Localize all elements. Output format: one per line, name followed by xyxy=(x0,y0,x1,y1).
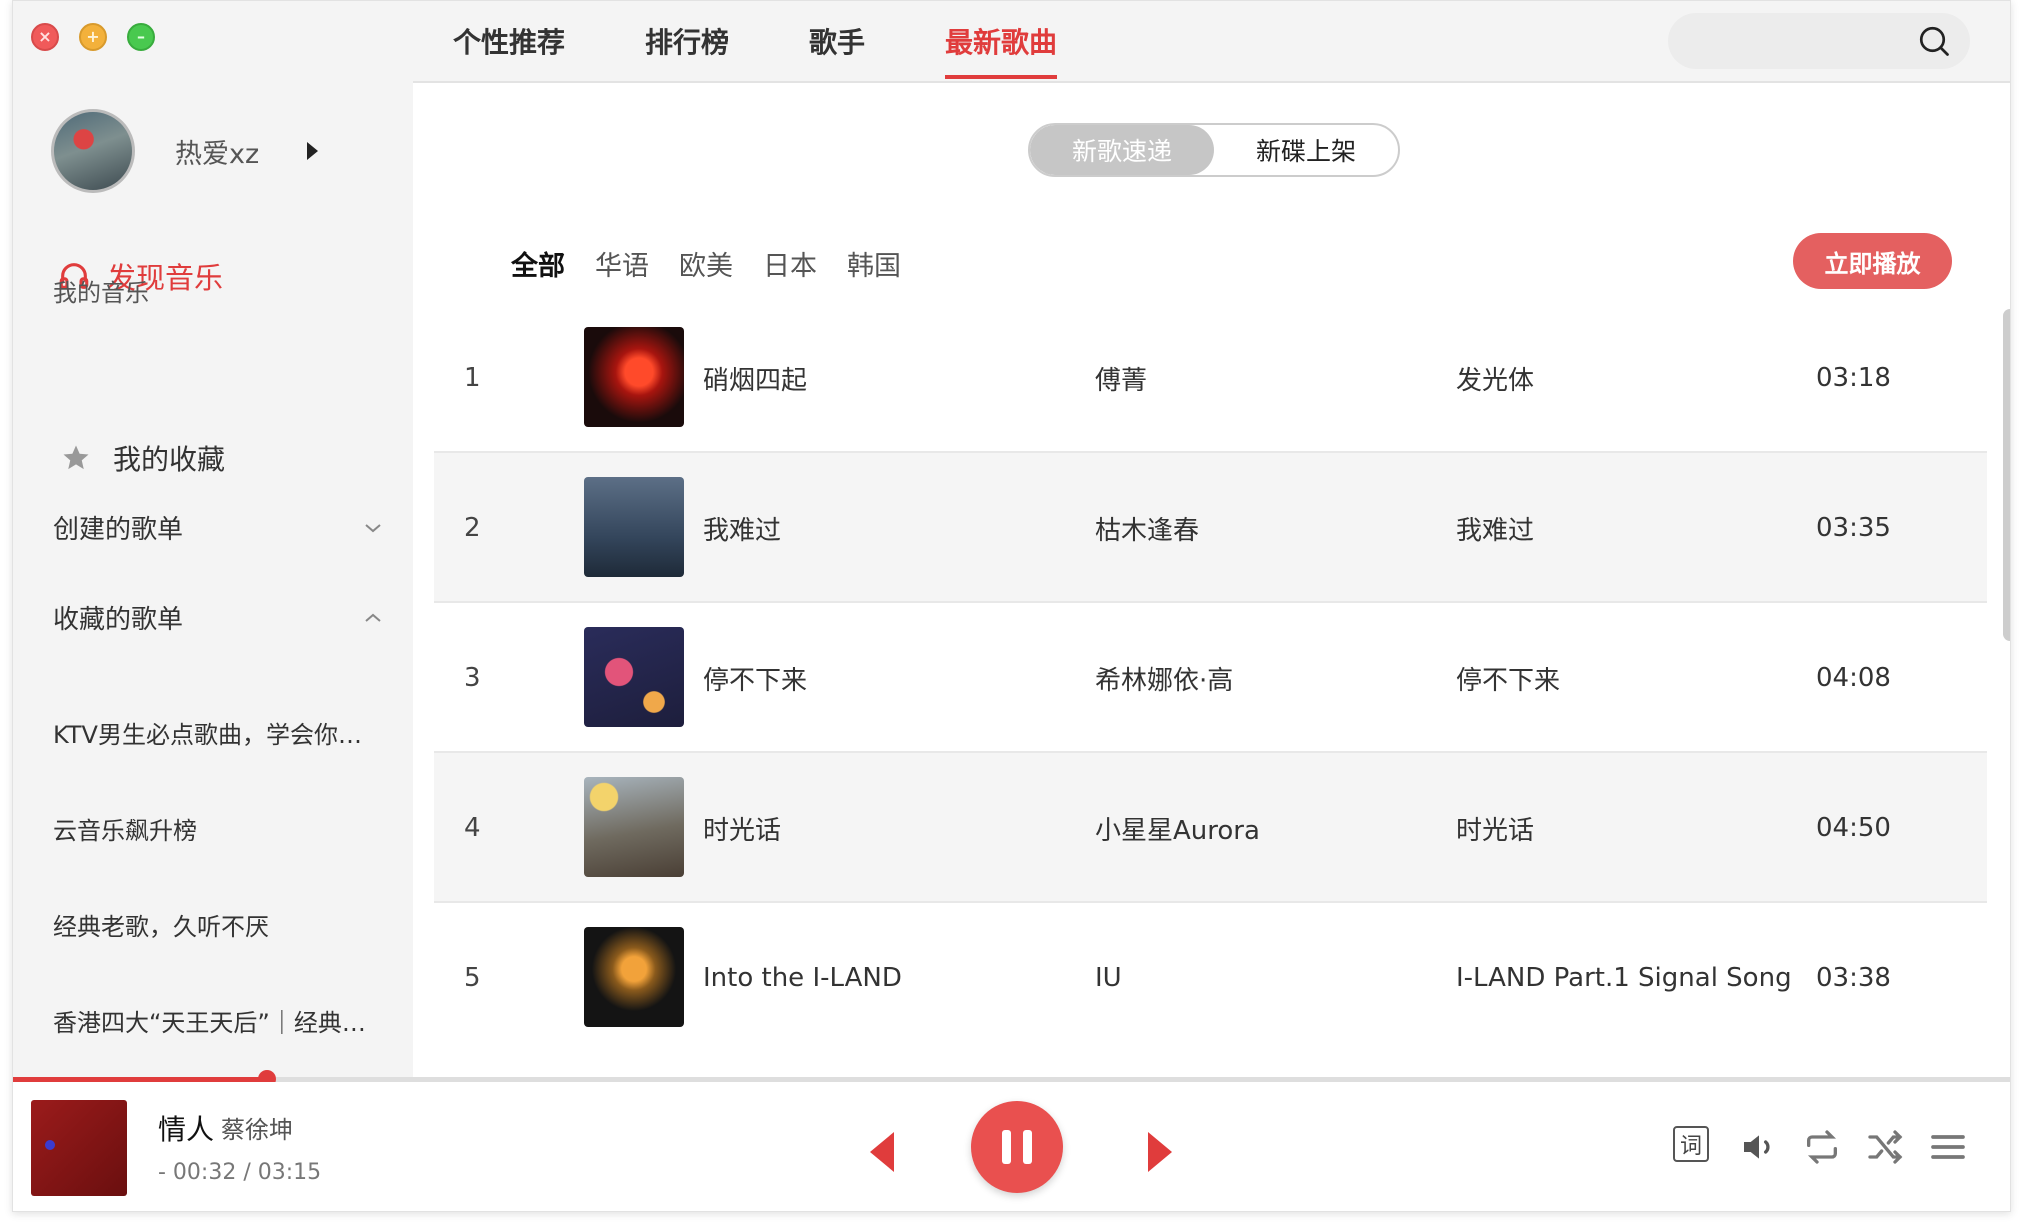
sidebar: × + – 热爱xz 发现音乐 我的音乐 我的收藏 创建的歌单 收藏的歌单 KT… xyxy=(13,1,413,1079)
previous-track-icon[interactable] xyxy=(870,1132,894,1172)
song-title: 停不下来 xyxy=(703,665,808,696)
song-album[interactable]: 时光话 xyxy=(1456,753,1534,903)
sidebar-section-created-playlists[interactable]: 创建的歌单 xyxy=(53,509,383,546)
pause-icon xyxy=(1002,1130,1011,1164)
sidebar-playlist-item[interactable]: 香港四大“天王天后”｜经典… xyxy=(53,1003,378,1038)
username: 热爱xz xyxy=(175,138,260,170)
song-cover xyxy=(584,627,684,727)
filter-korea[interactable]: 韩国 xyxy=(847,244,901,283)
window-controls: × + – xyxy=(31,23,155,51)
minimize-window-icon[interactable]: + xyxy=(79,23,107,51)
region-filters: 全部 华语 欧美 日本 韩国 xyxy=(511,244,931,283)
sidebar-playlist-item[interactable]: 经典老歌，久听不厌 xyxy=(53,907,378,942)
tab-charts[interactable]: 排行榜 xyxy=(645,21,729,75)
next-track-icon[interactable] xyxy=(1148,1132,1172,1172)
song-duration: 03:38 xyxy=(1816,963,1891,993)
collected-playlists-label: 收藏的歌单 xyxy=(53,605,184,635)
song-artist[interactable]: 傅菁 xyxy=(1095,303,1147,453)
segment-new-songs[interactable]: 新歌速递 xyxy=(1030,125,1214,175)
chevron-down-icon[interactable] xyxy=(363,518,383,538)
fullscreen-window-icon[interactable]: – xyxy=(127,23,155,51)
caret-right-icon[interactable] xyxy=(307,142,319,160)
sidebar-playlist-item[interactable]: KTV男生必点歌曲，学会你… xyxy=(53,715,378,750)
song-title: 硝烟四起 xyxy=(703,365,808,396)
now-playing-title: 情人 xyxy=(158,1113,215,1146)
shuffle-icon[interactable] xyxy=(1865,1127,1905,1167)
search-icon[interactable] xyxy=(1916,23,1952,59)
song-album[interactable]: 发光体 xyxy=(1456,303,1534,453)
sidebar-item-favorites[interactable]: 我的收藏 xyxy=(61,438,225,478)
created-playlists-label: 创建的歌单 xyxy=(53,515,184,545)
song-index: 5 xyxy=(464,963,481,993)
filter-all[interactable]: 全部 xyxy=(511,244,565,283)
tab-artists[interactable]: 歌手 xyxy=(809,21,865,75)
sidebar-section-collected-playlists[interactable]: 收藏的歌单 xyxy=(53,599,383,636)
song-title: 我难过 xyxy=(703,515,782,546)
pause-button[interactable] xyxy=(971,1101,1063,1193)
song-album[interactable]: 停不下来 xyxy=(1456,603,1560,753)
now-playing-artist: 蔡徐坤 xyxy=(221,1116,293,1144)
player-bar: 情人 蔡徐坤 - 00:32 / 03:15 词 xyxy=(13,1082,2010,1211)
song-artist[interactable]: 小星星Aurora xyxy=(1095,753,1260,903)
filter-chinese[interactable]: 华语 xyxy=(595,244,649,283)
tab-new-songs[interactable]: 最新歌曲 xyxy=(945,21,1058,79)
song-cover xyxy=(584,327,684,427)
song-cover xyxy=(584,777,684,877)
song-artist[interactable]: IU xyxy=(1095,903,1122,1053)
song-cover xyxy=(584,477,684,577)
song-index: 2 xyxy=(464,513,481,543)
close-window-icon[interactable]: × xyxy=(31,23,59,51)
segmented-control: 新歌速递 新碟上架 xyxy=(1028,123,1400,177)
playlist-menu-icon[interactable] xyxy=(1928,1127,1968,1167)
tab-recommend[interactable]: 个性推荐 xyxy=(453,21,565,75)
song-title: Into the I-LAND xyxy=(703,963,902,993)
cover-dot xyxy=(45,1140,55,1150)
table-row[interactable]: 4 时光话 小星星Aurora 时光话 04:50 xyxy=(434,753,1987,903)
table-row[interactable]: 2 我难过 枯木逢春 我难过 03:35 xyxy=(434,453,1987,603)
filter-japan[interactable]: 日本 xyxy=(763,244,817,283)
song-index: 4 xyxy=(464,813,481,843)
filter-western[interactable]: 欧美 xyxy=(679,244,733,283)
song-album[interactable]: I-LAND Part.1 Signal Song xyxy=(1456,903,1792,1053)
song-cover xyxy=(584,927,684,1027)
avatar[interactable] xyxy=(51,109,135,193)
chevron-up-icon[interactable] xyxy=(363,608,383,628)
song-duration: 04:50 xyxy=(1816,813,1891,843)
now-playing-time: - 00:32 / 03:15 xyxy=(158,1160,322,1185)
sidebar-section-my-music: 我的音乐 xyxy=(53,279,149,307)
pause-icon xyxy=(1023,1130,1032,1164)
top-nav: 个性推荐 排行榜 歌手 最新歌曲 xyxy=(453,21,1137,79)
play-now-button[interactable]: 立即播放 xyxy=(1793,233,1952,289)
song-index: 3 xyxy=(464,663,481,693)
song-album[interactable]: 我难过 xyxy=(1456,453,1534,603)
song-index: 1 xyxy=(464,363,481,393)
song-artist[interactable]: 希林娜依·高 xyxy=(1095,603,1233,753)
song-list-scrollbar[interactable] xyxy=(2003,309,2010,641)
segment-new-albums[interactable]: 新碟上架 xyxy=(1214,125,1398,175)
song-duration: 03:18 xyxy=(1816,363,1891,393)
song-duration: 03:35 xyxy=(1816,513,1891,543)
now-playing-cover[interactable] xyxy=(31,1100,127,1196)
song-duration: 04:08 xyxy=(1816,663,1891,693)
star-icon xyxy=(63,445,89,470)
user-profile[interactable]: 热爱xz xyxy=(51,109,319,193)
volume-icon[interactable] xyxy=(1739,1127,1779,1167)
song-table: 1 硝烟四起 傅菁 发光体 03:18 2 我难过 枯木逢春 我难过 03:35… xyxy=(434,303,1987,1079)
song-title: 时光话 xyxy=(703,815,782,846)
sidebar-item-favorites-label: 我的收藏 xyxy=(113,443,226,476)
sidebar-playlist-item[interactable]: 云音乐飙升榜 xyxy=(53,811,378,846)
table-row[interactable]: 5 Into the I-LAND IU I-LAND Part.1 Signa… xyxy=(434,903,1987,1053)
app-window: × + – 热爱xz 发现音乐 我的音乐 我的收藏 创建的歌单 收藏的歌单 KT… xyxy=(12,0,2011,1212)
repeat-icon[interactable] xyxy=(1802,1127,1842,1167)
table-row[interactable]: 3 停不下来 希林娜依·高 停不下来 04:08 xyxy=(434,603,1987,753)
search-input[interactable] xyxy=(1668,13,1970,69)
table-row[interactable]: 1 硝烟四起 傅菁 发光体 03:18 xyxy=(434,303,1987,453)
song-artist[interactable]: 枯木逢春 xyxy=(1095,453,1199,603)
lyrics-button[interactable]: 词 xyxy=(1673,1126,1709,1162)
